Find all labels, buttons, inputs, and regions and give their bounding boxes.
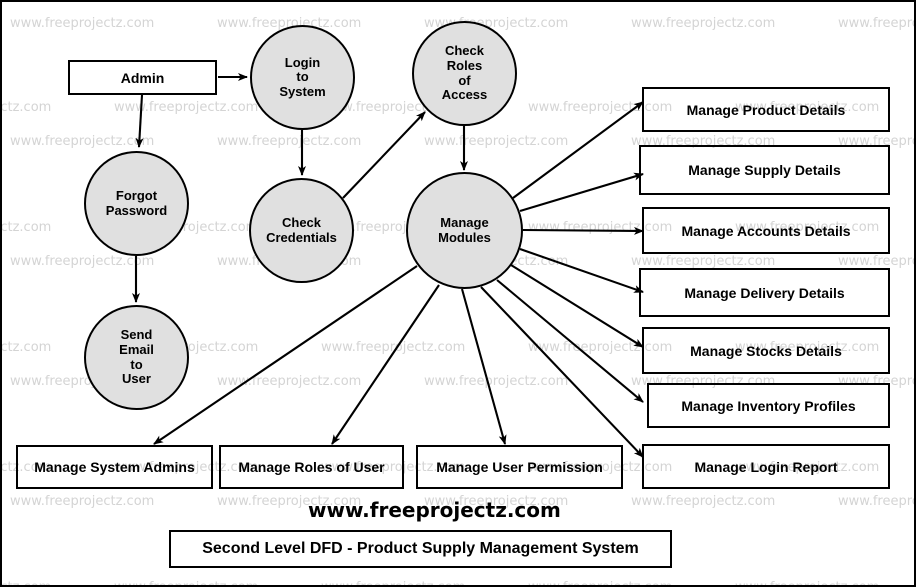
datastore-manage-inventory-profiles-label: Manage Inventory Profiles [681,397,856,414]
datastore-manage-product-details-label: Manage Product Details [686,101,846,118]
flow-modules-to-accounts [522,226,644,235]
entity-admin[interactable]: Admin [68,60,217,95]
process-check-roles-of-access-label: Check Roles of Access [441,43,488,103]
process-send-email-to-user[interactable]: Send Email to User [84,305,189,410]
diagram-title-box: Second Level DFD - Product Supply Manage… [169,530,672,568]
process-forgot-password-label: Forgot Password [105,187,168,218]
datastore-manage-user-permission-label: Manage User Permission [436,459,603,475]
process-send-email-to-user-label: Send Email to User [119,327,154,387]
datastore-manage-user-permission[interactable]: Manage User Permission [416,445,623,489]
process-login-to-system[interactable]: Login to System [250,25,355,130]
entity-admin-label: Admin [120,69,165,86]
flow-modules-to-stocks [510,264,644,348]
process-manage-modules[interactable]: Manage Modules [406,172,523,289]
datastore-manage-product-details[interactable]: Manage Product Details [642,87,890,132]
dfd-diagram-canvas: www.freeprojectz.com www.freeprojectz.com… [0,0,916,587]
flow-modules-to-roles-of-user [331,284,440,445]
datastore-manage-supply-details-label: Manage Supply Details [688,162,841,178]
process-check-credentials[interactable]: Check Credentials [249,178,354,283]
datastore-manage-supply-details[interactable]: Manage Supply Details [639,145,890,195]
process-forgot-password[interactable]: Forgot Password [84,151,189,256]
flow-modules-to-system-admins [153,265,418,445]
datastore-manage-inventory-profiles[interactable]: Manage Inventory Profiles [647,383,890,428]
process-check-credentials-label: Check Credentials [266,214,337,245]
datastore-manage-accounts-details-label: Manage Accounts Details [681,222,851,239]
datastore-manage-roles-of-user-label: Manage Roles of User [238,459,385,475]
datastore-manage-login-report[interactable]: Manage Login Report [642,444,890,489]
flow-modules-to-inventory [496,279,644,403]
flow-modules-to-delivery [519,248,644,293]
brand-text: www.freeprojectz.com [308,498,561,522]
flow-modules-to-user-permission [460,288,507,445]
datastore-manage-stocks-details[interactable]: Manage Stocks Details [642,327,890,374]
datastore-manage-roles-of-user[interactable]: Manage Roles of User [219,445,404,489]
process-manage-modules-label: Manage Modules [438,214,491,245]
datastore-manage-system-admins-label: Manage System Admins [34,459,195,475]
datastore-manage-accounts-details[interactable]: Manage Accounts Details [642,207,890,254]
datastore-manage-stocks-details-label: Manage Stocks Details [690,342,842,359]
flow-admin-to-forgot [135,94,144,148]
datastore-manage-system-admins[interactable]: Manage System Admins [16,445,213,489]
flow-modules-to-login-report [480,286,644,458]
datastore-manage-delivery-details[interactable]: Manage Delivery Details [639,268,890,317]
datastore-manage-login-report-label: Manage Login Report [694,458,838,475]
diagram-title: Second Level DFD - Product Supply Manage… [202,540,639,557]
flow-credentials-to-roles [342,111,426,199]
process-check-roles-of-access[interactable]: Check Roles of Access [412,21,517,126]
flow-modules-to-product [512,101,644,199]
datastore-manage-delivery-details-label: Manage Delivery Details [684,284,845,301]
process-login-to-system-label: Login to System [279,54,326,99]
